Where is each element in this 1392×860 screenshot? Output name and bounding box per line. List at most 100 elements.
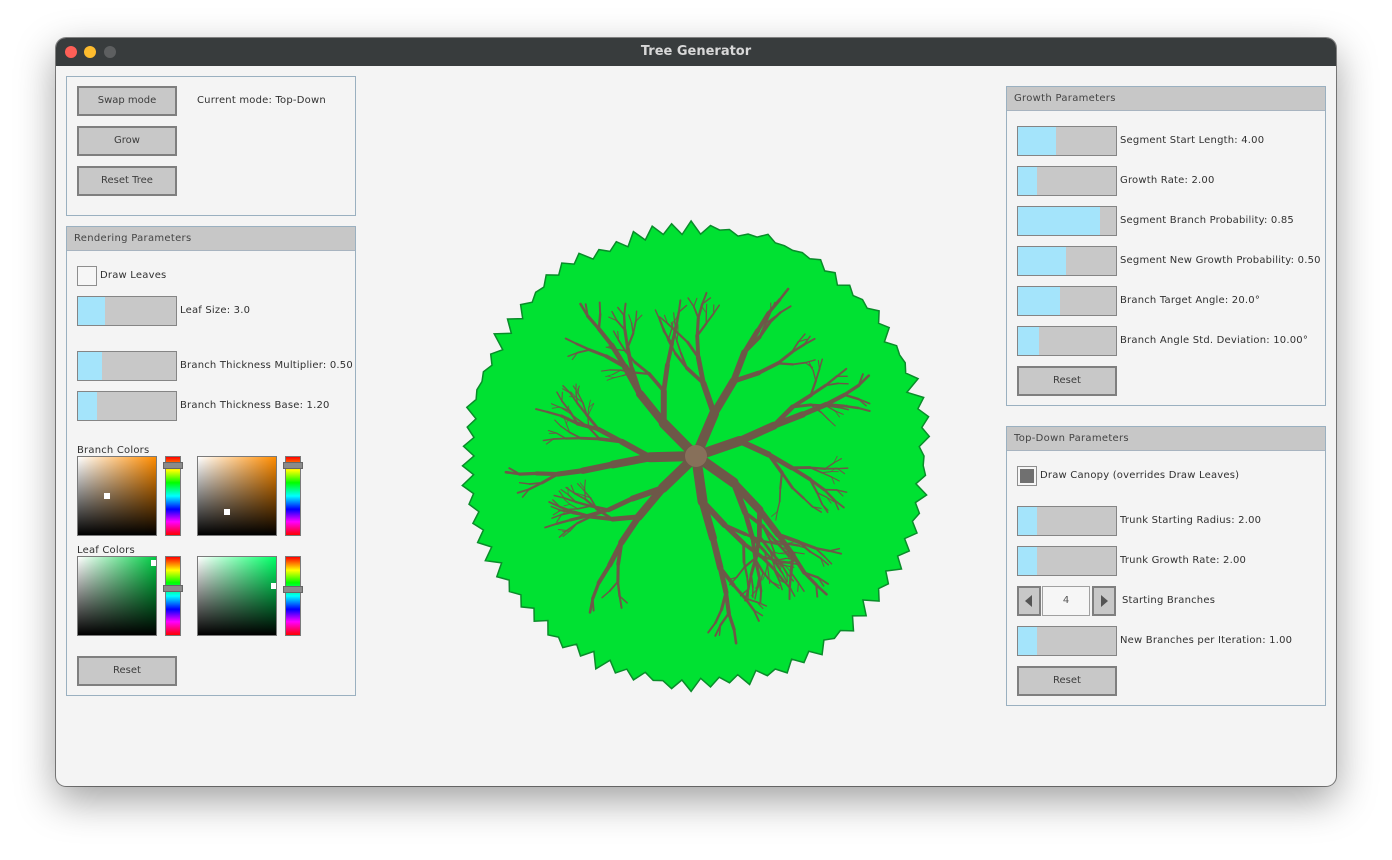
segment-new-growth-probability-slider[interactable] — [1017, 246, 1117, 276]
branch-segment — [569, 396, 577, 398]
rendering-parameters-panel: Rendering Parameters Draw Leaves Leaf Si… — [66, 226, 356, 696]
branch-hue-slider-secondary[interactable] — [283, 456, 303, 536]
content-area: Swap mode Current mode: Top-Down Grow Re… — [56, 66, 1336, 786]
value-gradient — [198, 457, 276, 535]
trunk-starting-radius-slider[interactable] — [1017, 506, 1117, 536]
swap-mode-button[interactable]: Swap mode — [77, 86, 177, 116]
value-gradient — [78, 457, 156, 535]
branch-color-picker-primary[interactable] — [77, 456, 157, 536]
window-title: Tree Generator — [640, 44, 752, 59]
branch-segment — [528, 481, 544, 485]
branch-thickness-base-slider[interactable] — [77, 391, 177, 421]
draw-canopy-checkbox[interactable] — [1017, 466, 1037, 486]
branch-segment — [555, 468, 586, 477]
growth-rate-slider[interactable] — [1017, 166, 1117, 196]
branch-segment — [632, 371, 651, 375]
branch-segment — [778, 487, 782, 503]
leaf-color-picker-primary[interactable] — [77, 556, 157, 636]
branch-thickness-base-label: Branch Thickness Base: 1.20 — [180, 400, 330, 411]
tree-trunk — [685, 445, 707, 467]
branch-segment — [587, 415, 590, 429]
leaf-color-picker-secondary[interactable] — [197, 556, 277, 636]
trunk-growth-rate-label: Trunk Growth Rate: 2.00 — [1120, 555, 1247, 566]
increment-starting-branches-button[interactable] — [1092, 586, 1116, 616]
branch-target-angle-slider[interactable] — [1017, 286, 1117, 316]
new-branches-per-iteration-label: New Branches per Iteration: 1.00 — [1120, 635, 1293, 646]
rendering-reset-button[interactable]: Reset — [77, 656, 177, 686]
branch-angle-std-deviation-label: Branch Angle Std. Deviation: 10.00° — [1120, 335, 1309, 346]
decrement-starting-branches-button[interactable] — [1017, 586, 1041, 616]
segment-branch-probability-slider[interactable] — [1017, 206, 1117, 236]
tree-canvas[interactable] — [436, 196, 956, 716]
rendering-panel-header: Rendering Parameters — [67, 227, 355, 251]
branch-segment — [597, 313, 602, 331]
leaf-size-slider[interactable] — [77, 296, 177, 326]
segment-new-growth-probability-label: Segment New Growth Probability: 0.50 — [1120, 255, 1321, 266]
branch-segment — [776, 362, 795, 366]
slider-fill — [1018, 547, 1037, 575]
segment-start-length-slider[interactable] — [1017, 126, 1117, 156]
branch-segment — [788, 571, 793, 589]
hue-knob[interactable] — [163, 461, 183, 469]
color-cursor[interactable] — [223, 508, 230, 515]
branch-segment — [584, 479, 586, 490]
growth-rate-label: Growth Rate: 2.00 — [1120, 175, 1215, 186]
branch-segment — [591, 597, 595, 612]
color-cursor[interactable] — [270, 582, 276, 589]
trunk-starting-radius-label: Trunk Starting Radius: 2.00 — [1120, 515, 1262, 526]
branch-segment — [836, 467, 849, 470]
color-cursor[interactable] — [103, 493, 110, 499]
draw-leaves-checkbox[interactable] — [77, 266, 97, 286]
slider-fill — [1018, 627, 1037, 655]
hue-knob[interactable] — [283, 461, 303, 469]
branch-thickness-multiplier-slider[interactable] — [77, 351, 177, 381]
slider-fill — [1018, 207, 1101, 235]
app-window: Tree Generator Swap mode Current mode: T… — [56, 38, 1336, 786]
color-cursor[interactable] — [150, 560, 156, 567]
top-down-reset-button[interactable]: Reset — [1017, 666, 1117, 696]
leaf-size-label: Leaf Size: 3.0 — [180, 305, 251, 316]
value-gradient — [198, 557, 276, 635]
branch-hue-slider-primary[interactable] — [163, 456, 183, 536]
starting-branches-label: Starting Branches — [1122, 595, 1216, 606]
new-branches-per-iteration-slider[interactable] — [1017, 626, 1117, 656]
branch-segment — [561, 391, 563, 402]
branch-thickness-multiplier-slider-fill — [78, 352, 102, 380]
branch-segment — [815, 583, 819, 598]
mode-panel: Swap mode Current mode: Top-Down Grow Re… — [66, 76, 356, 216]
branch-segment — [759, 590, 763, 605]
branch-angle-std-deviation-slider[interactable] — [1017, 326, 1117, 356]
leaf-colors-label: Leaf Colors — [77, 545, 135, 556]
slider-fill — [1018, 507, 1037, 535]
growth-reset-button[interactable]: Reset — [1017, 366, 1117, 396]
branch-colors-label: Branch Colors — [77, 445, 150, 456]
current-mode-label: Current mode: Top-Down — [197, 95, 326, 106]
branch-thickness-multiplier-label: Branch Thickness Multiplier: 0.50 — [180, 360, 353, 371]
branch-segment — [747, 588, 750, 601]
segment-branch-probability-label: Segment Branch Probability: 0.85 — [1120, 215, 1294, 226]
branch-segment — [552, 437, 567, 440]
title-bar: Tree Generator — [56, 38, 1336, 66]
branch-color-picker-secondary[interactable] — [197, 456, 277, 536]
branch-target-angle-label: Branch Target Angle: 20.0° — [1120, 295, 1261, 306]
branch-segment — [534, 471, 560, 477]
branch-segment — [616, 580, 621, 598]
trunk-growth-rate-slider[interactable] — [1017, 546, 1117, 576]
draw-leaves-label: Draw Leaves — [100, 270, 167, 281]
hue-knob[interactable] — [283, 585, 303, 593]
branch-segment — [797, 582, 799, 592]
leaf-hue-slider-primary[interactable] — [163, 556, 183, 636]
starting-branches-value[interactable]: 4 — [1042, 586, 1090, 616]
segment-start-length-label: Segment Start Length: 4.00 — [1120, 135, 1265, 146]
slider-fill — [1018, 247, 1067, 275]
arrow-left-icon — [1025, 595, 1032, 607]
top-down-parameters-panel: Top-Down Parameters Draw Canopy (overrid… — [1006, 426, 1326, 706]
branch-segment — [518, 471, 539, 476]
leaf-size-slider-fill — [78, 297, 106, 325]
leaf-hue-slider-secondary[interactable] — [283, 556, 303, 636]
slider-fill — [1018, 167, 1037, 195]
reset-tree-button[interactable]: Reset Tree — [77, 166, 177, 196]
branch-segment — [579, 436, 601, 441]
grow-button[interactable]: Grow — [77, 126, 177, 156]
hue-knob[interactable] — [163, 585, 183, 593]
